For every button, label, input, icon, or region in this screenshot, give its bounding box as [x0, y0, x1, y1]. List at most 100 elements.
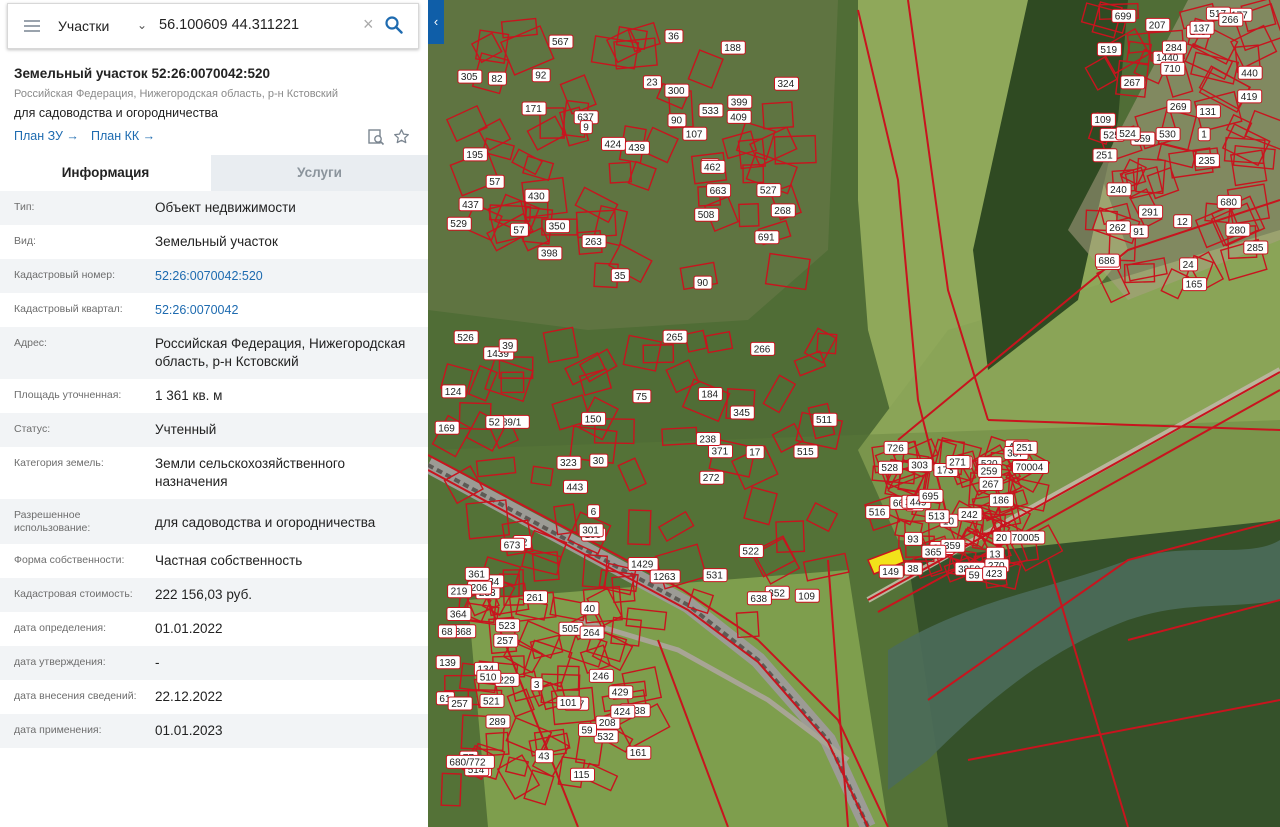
parcel-label: 240: [1106, 182, 1132, 197]
cadastral-number-link[interactable]: 52:26:0070042:520: [155, 267, 420, 285]
row-label: дата внесения сведений:: [14, 690, 137, 702]
parcel-label: 52: [485, 415, 505, 430]
parcel-label: 695: [918, 488, 944, 503]
parcel-label: 246: [588, 668, 614, 683]
svg-text:68: 68: [441, 627, 453, 638]
menu-icon[interactable]: [24, 20, 40, 32]
svg-text:680/772: 680/772: [449, 757, 486, 768]
parcel-label: 43: [534, 749, 554, 764]
row-label: Адрес:: [14, 337, 47, 349]
svg-text:259: 259: [981, 466, 998, 477]
collapse-panel-button[interactable]: ‹: [428, 0, 444, 44]
svg-text:271: 271: [949, 458, 966, 469]
row-label: дата утверждения:: [14, 656, 106, 668]
cadastral-quarter-link[interactable]: 52:26:0070042: [155, 301, 420, 319]
row-label: Кадастровая стоимость:: [14, 588, 133, 600]
parcel-label: 505: [558, 621, 584, 636]
row-address: Адрес: Российская Федерация, Нижегородск…: [0, 327, 428, 379]
row-value: 1 361 кв. м: [155, 388, 223, 403]
svg-text:289: 289: [489, 717, 506, 728]
row-ownership: Форма собственности: Частная собственнос…: [0, 544, 428, 578]
star-icon[interactable]: [393, 128, 410, 150]
svg-text:257: 257: [497, 636, 514, 647]
satellite-map[interactable]: 3243017734115350352138597739923329124963…: [428, 0, 1280, 827]
parcel-label: 527: [756, 183, 782, 198]
svg-text:246: 246: [592, 671, 609, 682]
search-bar: Участки ⌄ 56.100609 44.311221 ×: [7, 3, 419, 49]
parcel-label: 513: [924, 509, 950, 524]
parcel-label: 92: [531, 68, 551, 83]
svg-text:131: 131: [1199, 107, 1216, 118]
svg-text:150: 150: [585, 414, 602, 425]
svg-text:398: 398: [541, 249, 558, 260]
parcel-label: 266: [750, 341, 776, 356]
svg-text:272: 272: [703, 473, 720, 484]
svg-text:364: 364: [450, 610, 467, 621]
parcel-label: 91: [1129, 224, 1149, 239]
parcel-label: 195: [462, 147, 488, 162]
svg-text:532: 532: [597, 732, 614, 743]
parcel-label: 68: [437, 624, 457, 639]
svg-text:264: 264: [583, 628, 600, 639]
parcel-label: 38: [903, 561, 923, 576]
svg-text:530: 530: [1159, 130, 1176, 141]
layer-select[interactable]: Участки: [58, 18, 109, 34]
svg-text:43: 43: [538, 752, 550, 763]
parcel-label: 57: [509, 222, 529, 237]
parcel-label: 345: [729, 405, 755, 420]
svg-text:262: 262: [1109, 223, 1126, 234]
svg-text:301: 301: [582, 526, 599, 537]
svg-text:303: 303: [911, 461, 928, 472]
svg-text:423: 423: [986, 569, 1003, 580]
parcel-label: 23: [642, 75, 662, 90]
svg-text:115: 115: [574, 770, 590, 781]
parcel-label: 437: [458, 197, 484, 212]
tabs: Информация Услуги: [0, 155, 428, 191]
svg-text:359: 359: [944, 541, 961, 552]
svg-text:40: 40: [584, 604, 596, 615]
print-preview-icon[interactable]: [367, 128, 385, 151]
svg-text:523: 523: [499, 621, 516, 632]
svg-text:6: 6: [591, 507, 597, 518]
row-label: дата определения:: [14, 622, 107, 634]
tab-info[interactable]: Информация: [0, 155, 211, 191]
row-label: Форма собственности:: [14, 554, 125, 566]
parcel-label: 680: [1216, 194, 1242, 209]
svg-text:710: 710: [1164, 64, 1181, 75]
parcel-label: 663: [706, 183, 732, 198]
svg-text:285: 285: [1247, 243, 1264, 254]
parcel-label: 59: [965, 567, 985, 582]
search-input[interactable]: 56.100609 44.311221: [159, 17, 299, 33]
svg-text:409: 409: [730, 112, 747, 123]
parcel-label: 398: [537, 246, 563, 261]
row-area: Площадь уточненная: 1 361 кв. м: [0, 379, 428, 413]
parcel-label: 515: [793, 444, 819, 459]
close-icon[interactable]: ×: [363, 14, 374, 35]
row-value: Частная собственность: [155, 553, 303, 568]
row-label: Статус:: [14, 423, 51, 435]
parcel-label: 680/772: [445, 754, 495, 769]
row-type: Тип: Объект недвижимости: [0, 191, 428, 225]
chevron-down-icon[interactable]: ⌄: [137, 18, 147, 32]
search-icon[interactable]: [385, 16, 403, 39]
svg-text:39: 39: [502, 341, 514, 352]
svg-text:726: 726: [887, 443, 904, 454]
parcel-label: 1: [1197, 127, 1211, 142]
parcel-label: 238: [695, 432, 721, 446]
svg-text:36: 36: [668, 32, 680, 43]
tab-services[interactable]: Услуги: [211, 155, 428, 191]
svg-text:92: 92: [535, 71, 547, 82]
plan-kk-link[interactable]: План КК →: [91, 129, 155, 143]
svg-text:90: 90: [697, 278, 709, 289]
parcel-label: 529: [446, 216, 472, 231]
parcel-label: 251: [1012, 440, 1038, 455]
parcel-label: 137: [1189, 20, 1215, 35]
svg-text:430: 430: [528, 191, 545, 202]
svg-text:439: 439: [628, 143, 645, 154]
parcel-label: 161: [626, 745, 652, 760]
map-view[interactable]: 3243017734115350352138597739923329124963…: [428, 0, 1280, 827]
svg-text:267: 267: [982, 480, 999, 491]
parcel-label: 207: [1145, 17, 1171, 32]
row-value: Российская Федерация, Нижегородская обла…: [155, 336, 406, 369]
plan-zu-link[interactable]: План ЗУ →: [14, 129, 79, 143]
